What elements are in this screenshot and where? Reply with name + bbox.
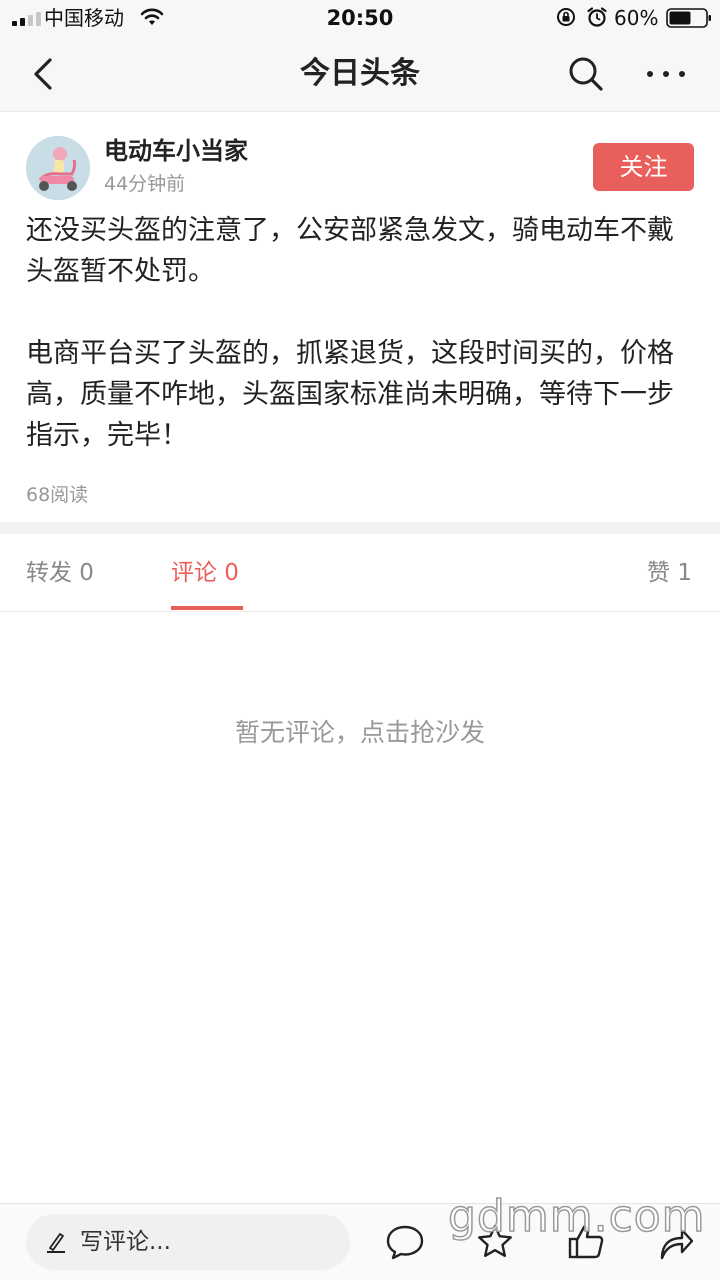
avatar[interactable] bbox=[26, 136, 90, 200]
more-horizontal-icon[interactable] bbox=[644, 54, 688, 94]
active-tab-indicator bbox=[171, 606, 243, 610]
tab-repost[interactable]: 转发 0 bbox=[26, 558, 94, 588]
post-paragraph: 还没买头盔的注意了，公安部紧急发文，骑电动车不戴头盔暂不处罚。 bbox=[26, 215, 674, 287]
pen-icon bbox=[47, 1233, 65, 1253]
section-divider bbox=[0, 522, 720, 534]
comment-input[interactable]: 写评论... bbox=[26, 1214, 350, 1270]
search-icon[interactable] bbox=[566, 54, 606, 94]
comment-input-placeholder: 写评论... bbox=[80, 1229, 171, 1255]
orientation-lock-icon bbox=[557, 8, 575, 26]
battery-icon bbox=[666, 8, 711, 28]
status-time: 20:50 bbox=[326, 6, 394, 30]
alarm-icon bbox=[587, 7, 607, 27]
page-title: 今日头条 bbox=[300, 56, 420, 91]
battery-percentage: 60% bbox=[614, 6, 659, 30]
post-time: 44分钟前 bbox=[104, 173, 186, 195]
status-bar: 中国移动 20:50 60% bbox=[0, 0, 720, 36]
comment-bubble-icon[interactable] bbox=[385, 1222, 425, 1262]
empty-comments-message[interactable]: 暂无评论，点击抢沙发 bbox=[0, 716, 720, 750]
tab-comment[interactable]: 评论 0 bbox=[171, 558, 239, 588]
post-content: 还没买头盔的注意了，公安部紧急发文，骑电动车不戴头盔暂不处罚。 电商平台买了头盔… bbox=[26, 210, 698, 456]
nav-bar: 今日头条 bbox=[0, 36, 720, 112]
read-count: 68阅读 bbox=[26, 484, 89, 506]
watermark: gdmm.com bbox=[447, 1191, 706, 1243]
tab-like[interactable]: 赞 1 bbox=[647, 558, 692, 588]
interaction-tabs: 转发 0 评论 0 赞 1 bbox=[0, 534, 720, 612]
author-name[interactable]: 电动车小当家 bbox=[104, 136, 248, 166]
post-paragraph: 电商平台买了头盔的，抓紧退货，这段时间买的，价格高，质量不咋地，头盔国家标准尚未… bbox=[26, 338, 674, 451]
follow-button[interactable]: 关注 bbox=[593, 143, 694, 191]
avatar-scooter-icon bbox=[26, 136, 90, 200]
